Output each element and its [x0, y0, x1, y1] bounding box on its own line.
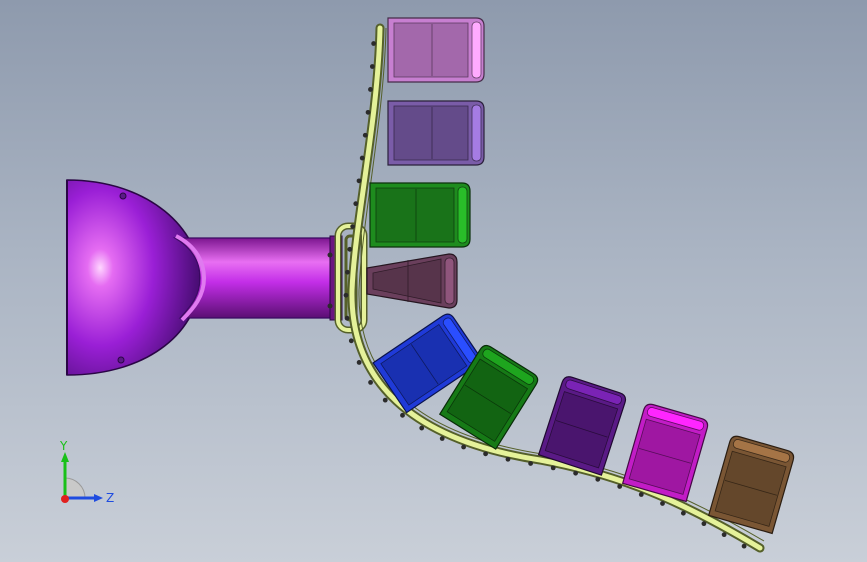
track-bolt	[680, 510, 686, 516]
track-bolt	[348, 338, 354, 344]
coordinate-triad: Y Z	[59, 439, 114, 505]
track-bolt	[368, 87, 373, 92]
track-bolt	[595, 476, 601, 482]
track-bolt	[359, 155, 365, 161]
track-bolt	[347, 246, 353, 252]
support-arm[interactable]	[172, 234, 343, 322]
track-bolt	[356, 178, 362, 184]
seat-4[interactable]	[366, 253, 458, 309]
track-bolt	[343, 292, 349, 298]
track-bolt	[528, 461, 534, 466]
track-bolt	[419, 425, 425, 431]
track-bolt	[356, 360, 362, 365]
z-axis-arrow-icon	[94, 494, 103, 502]
track-bolt	[660, 501, 665, 506]
x-axis-dot-icon	[61, 495, 69, 503]
track-bolt	[573, 470, 579, 476]
track-bolt	[461, 444, 466, 450]
y-axis-label: Y	[59, 439, 68, 453]
track-bolt	[701, 521, 707, 527]
track-bolt	[345, 269, 350, 275]
track-bolt	[483, 451, 488, 457]
graphics-viewport[interactable]: Y Z	[0, 0, 867, 562]
track-bolt	[505, 456, 511, 462]
seat-1[interactable]	[387, 17, 485, 83]
track-bolt	[365, 109, 371, 115]
seat-2[interactable]	[387, 100, 485, 166]
seat-8[interactable]	[621, 403, 710, 503]
track-bolt	[344, 315, 350, 321]
track-bolt	[353, 201, 359, 207]
z-axis-label: Z	[106, 491, 114, 505]
track-bolt	[362, 132, 368, 138]
seat-3[interactable]	[369, 182, 471, 248]
track-bolt	[638, 492, 644, 497]
track-bolt	[371, 41, 377, 46]
track-bolt	[439, 436, 445, 441]
track-bolt	[721, 532, 727, 538]
y-axis-arrow-icon	[61, 452, 69, 462]
triad-plane-indicator	[64, 477, 86, 499]
3d-model-view[interactable]	[0, 0, 867, 562]
track-bolt	[550, 465, 556, 471]
seats-group[interactable]	[366, 17, 796, 535]
seat-9[interactable]	[707, 435, 796, 535]
track-bolt	[617, 484, 623, 489]
track-bolt	[741, 543, 747, 549]
track-bolt	[369, 64, 375, 69]
track-bolt	[382, 397, 388, 403]
track-bolt	[368, 380, 373, 385]
hub-dome[interactable]	[66, 179, 201, 376]
track-bolt	[400, 412, 405, 418]
track-bolt	[350, 224, 356, 229]
